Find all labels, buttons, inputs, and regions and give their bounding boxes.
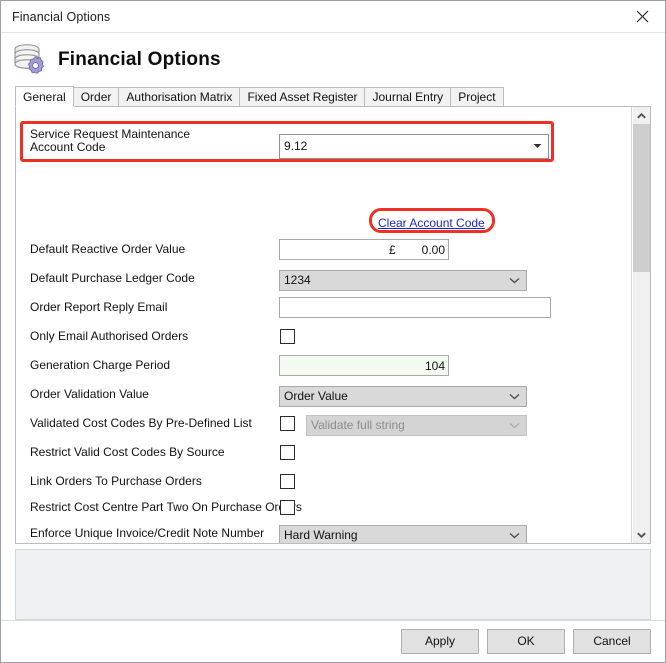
- close-icon: [636, 10, 649, 22]
- field-link-orders-to-purchase-orders: Link Orders To Purchase Orders: [16, 469, 631, 493]
- tab-label: Journal Entry: [372, 90, 444, 104]
- clear-account-code-link[interactable]: Clear Account Code: [378, 216, 485, 230]
- field-label: Validated Cost Codes By Pre-Defined List: [30, 415, 252, 430]
- tab-order[interactable]: Order: [72, 87, 120, 107]
- field-label: Service Request Maintenance Account Code: [30, 127, 191, 154]
- tab-label: Fixed Asset Register: [247, 90, 358, 104]
- field-label: Default Reactive Order Value: [30, 241, 186, 256]
- field-label: Order Report Reply Email: [30, 299, 168, 314]
- ok-button[interactable]: OK: [487, 628, 565, 654]
- field-label: Restrict Valid Cost Codes By Source: [30, 444, 225, 459]
- service-request-account-code-combo[interactable]: 9.12: [279, 133, 549, 159]
- field-default-reactive-order-value: Default Reactive Order Value £ 0.00: [16, 237, 631, 261]
- field-enforce-unique-invoice: Enforce Unique Invoice/Credit Note Numbe…: [16, 521, 631, 543]
- tab-general[interactable]: General: [15, 86, 74, 107]
- restrict-valid-cost-codes-checkbox[interactable]: [280, 445, 295, 460]
- tab-label: Authorisation Matrix: [126, 90, 233, 104]
- field-generation-charge-period: Generation Charge Period 104: [16, 353, 631, 377]
- combo-value: Hard Warning: [284, 528, 358, 542]
- cancel-button[interactable]: Cancel: [573, 628, 651, 654]
- field-order-report-reply-email: Order Report Reply Email: [16, 295, 631, 319]
- validated-cost-codes-checkbox[interactable]: [280, 416, 295, 431]
- enforce-unique-invoice-combo[interactable]: Hard Warning: [279, 524, 527, 544]
- tab-strip: General Order Authorisation Matrix Fixed…: [1, 86, 665, 107]
- lower-status-panel: [15, 549, 651, 620]
- field-value: 104: [424, 358, 445, 373]
- field-validated-cost-codes-by-pre-defined-list: Validated Cost Codes By Pre-Defined List…: [16, 411, 631, 436]
- field-only-email-authorised-orders: Only Email Authorised Orders: [16, 324, 631, 348]
- field-default-purchase-ledger-code: Default Purchase Ledger Code 1234: [16, 266, 631, 291]
- combo-value: 9.12: [284, 139, 308, 153]
- apply-button[interactable]: Apply: [401, 628, 479, 654]
- field-label: Only Email Authorised Orders: [30, 328, 189, 343]
- window-title: Financial Options: [12, 9, 111, 24]
- scroll-down-button[interactable]: [633, 526, 650, 543]
- field-restrict-valid-cost-codes-by-source: Restrict Valid Cost Codes By Source: [16, 440, 631, 464]
- tab-fixed-asset-register[interactable]: Fixed Asset Register: [239, 87, 366, 107]
- currency-symbol: £: [388, 242, 396, 257]
- restrict-cost-centre-checkbox[interactable]: [280, 500, 295, 515]
- dialog-button-bar: Apply OK Cancel: [1, 619, 665, 662]
- field-restrict-cost-centre-part-two: Restrict Cost Centre Part Two On Purchas…: [16, 495, 631, 519]
- tab-label: Project: [458, 90, 496, 104]
- general-tab-panel: Service Request Maintenance Account Code…: [15, 107, 651, 544]
- field-label: Generation Charge Period: [30, 357, 171, 372]
- page-title: Financial Options: [58, 48, 221, 70]
- tab-label: Order: [80, 90, 112, 104]
- link-orders-checkbox[interactable]: [280, 474, 295, 489]
- form-area: Service Request Maintenance Account Code…: [16, 107, 632, 543]
- field-label: Default Purchase Ledger Code: [30, 270, 195, 285]
- chevron-down-icon: [637, 532, 646, 538]
- chevron-down-icon: [509, 387, 520, 406]
- field-label: Link Orders To Purchase Orders: [30, 473, 202, 488]
- chevron-up-icon: [637, 112, 646, 118]
- order-report-reply-email-input[interactable]: [279, 297, 551, 318]
- chevron-down-icon: [509, 271, 520, 290]
- chevron-down-icon: [509, 526, 520, 544]
- financial-options-dialog: Financial Options Financial Options Gene…: [0, 0, 666, 663]
- scroll-up-button[interactable]: [633, 107, 650, 124]
- dialog-banner: Financial Options: [1, 33, 665, 86]
- combo-value: Order Value: [284, 389, 348, 403]
- field-label: Enforce Unique Invoice/Credit Note Numbe…: [30, 525, 265, 540]
- combo-value: Validate full string: [311, 418, 405, 432]
- tab-authorisation-matrix[interactable]: Authorisation Matrix: [118, 87, 241, 107]
- combo-value: 1234: [284, 273, 311, 287]
- scrollbar-thumb[interactable]: [633, 124, 650, 272]
- tab-journal-entry[interactable]: Journal Entry: [364, 87, 452, 107]
- order-validation-value-combo[interactable]: Order Value: [279, 385, 527, 407]
- field-label: Order Validation Value: [30, 386, 149, 401]
- close-button[interactable]: [620, 1, 665, 31]
- tab-project[interactable]: Project: [450, 87, 504, 107]
- field-order-validation-value: Order Validation Value Order Value: [16, 382, 631, 407]
- field-clear-account-code: Clear Account Code: [16, 211, 631, 235]
- validate-mode-combo[interactable]: Validate full string: [306, 414, 527, 436]
- only-email-authorised-orders-checkbox[interactable]: [280, 329, 295, 344]
- chevron-down-icon: [509, 416, 520, 435]
- dropdown-arrow-icon: [533, 135, 542, 158]
- financial-options-icon: [10, 40, 50, 80]
- field-service-request-account-code: Service Request Maintenance Account Code…: [16, 125, 631, 159]
- default-purchase-ledger-code-combo[interactable]: 1234: [279, 269, 527, 291]
- default-reactive-order-value-input[interactable]: £ 0.00: [279, 239, 449, 260]
- field-value: 0.00: [421, 242, 445, 257]
- field-label: Restrict Cost Centre Part Two On Purchas…: [30, 499, 302, 514]
- generation-charge-period-input[interactable]: 104: [279, 355, 449, 376]
- vertical-scrollbar[interactable]: [632, 107, 650, 543]
- tab-label: General: [23, 89, 66, 104]
- title-bar: Financial Options: [1, 1, 665, 33]
